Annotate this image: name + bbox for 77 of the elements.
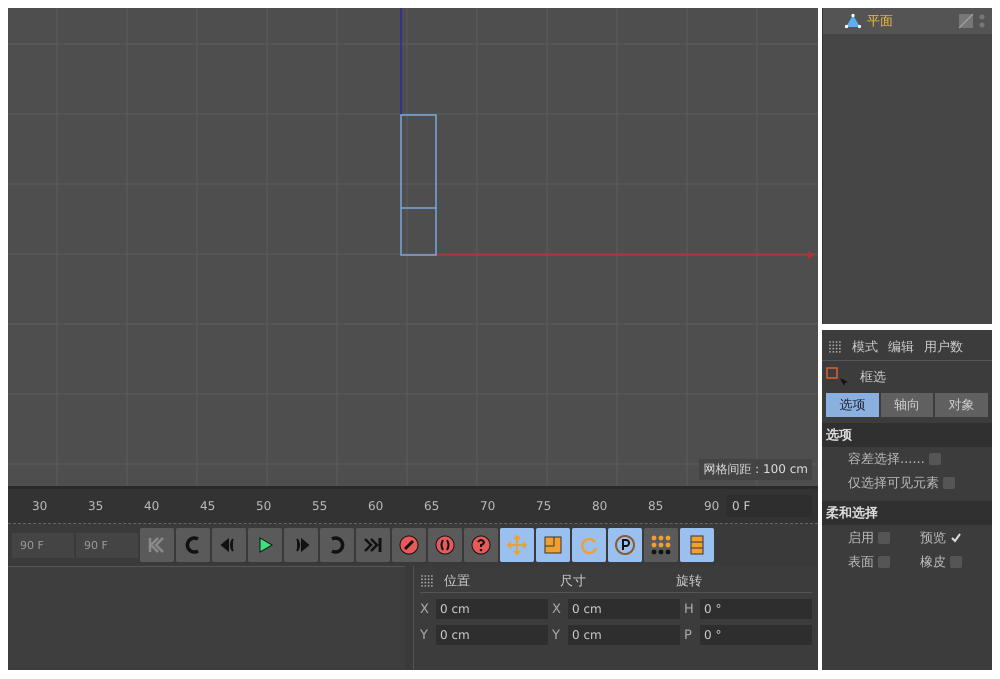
move-arrows-icon <box>506 534 528 556</box>
go-to-end-button[interactable] <box>356 528 390 562</box>
frame-number: 65 <box>424 499 440 513</box>
previous-key-button[interactable] <box>176 528 210 562</box>
option-label: 启用 <box>848 530 874 547</box>
axis-label: Y <box>420 628 429 642</box>
column-header: 尺寸 <box>560 573 587 590</box>
frame-number: 50 <box>256 499 272 513</box>
frame-number: 35 <box>88 499 104 513</box>
menu-item[interactable]: 模式 <box>852 338 878 356</box>
frame-number: 55 <box>312 499 328 513</box>
menu-item[interactable]: 编辑 <box>888 338 914 356</box>
column-header: 旋转 <box>676 573 703 590</box>
next-key-button[interactable] <box>320 528 354 562</box>
checkbox[interactable] <box>878 532 890 544</box>
option-label: 表面 <box>848 554 874 571</box>
object-name: 平面 <box>867 13 893 30</box>
go-to-start-button[interactable] <box>140 528 174 562</box>
autokey-icon <box>434 534 456 556</box>
parameter-toggle-button[interactable] <box>608 528 642 562</box>
attribute-tab[interactable]: 轴向 <box>880 393 934 417</box>
axis-label: X <box>552 602 562 616</box>
rotate-toggle-button[interactable] <box>572 528 606 562</box>
value-field[interactable]: 0 cm <box>436 625 548 645</box>
help-icon <box>470 534 492 556</box>
axis-label: H <box>684 602 695 616</box>
grip-icon[interactable] <box>828 340 842 354</box>
axis-label: P <box>684 628 693 642</box>
current-frame-field[interactable]: 0 F <box>726 495 812 517</box>
attribute-tab[interactable]: 对象 <box>935 393 988 417</box>
help-button[interactable] <box>464 528 498 562</box>
attribute-tab[interactable]: 选项 <box>826 393 879 417</box>
scale-square-icon <box>542 534 564 556</box>
column-header: 位置 <box>444 573 471 590</box>
frame-number: 75 <box>536 499 552 513</box>
section-header: 选项 <box>822 423 992 447</box>
points-toggle-button[interactable] <box>644 528 678 562</box>
box-select-icon <box>826 367 850 387</box>
object-row[interactable]: 平面 <box>823 8 992 34</box>
timeline-toggle-button[interactable] <box>680 528 714 562</box>
grid-spacing-label: 网格间距 : 100 cm <box>699 459 812 480</box>
value-field[interactable]: 0 cm <box>568 625 680 645</box>
option-label: 容差选择...... <box>848 451 925 468</box>
option-label: 橡皮 <box>920 554 946 571</box>
dot-grid-icon <box>650 534 672 556</box>
timeline-ruler[interactable]: 30 35 40 45 50 55 60 65 70 75 80 85 90 0 F <box>8 486 818 524</box>
checkbox[interactable] <box>928 453 941 465</box>
option-label: 预览 <box>920 530 946 547</box>
menu-item[interactable]: 用户数 <box>924 338 963 356</box>
value-field[interactable]: 0 cm <box>568 599 680 619</box>
axis-label: X <box>420 602 430 616</box>
option-label: 仅选择可见元素 <box>848 475 939 492</box>
frame-number: 30 <box>32 499 48 513</box>
scale-toggle-button[interactable] <box>536 528 570 562</box>
move-toggle-button[interactable] <box>500 528 534 562</box>
play-button[interactable] <box>248 528 282 562</box>
axis-label: Y <box>552 628 561 642</box>
value-field[interactable]: 0 cm <box>436 599 548 619</box>
section-header: 柔和选择 <box>822 501 992 525</box>
tool-name: 框选 <box>860 369 886 386</box>
frame-number: 45 <box>200 499 216 513</box>
plane-object-icon <box>843 13 863 29</box>
frame-number: 60 <box>368 499 384 513</box>
frame-number: 90 <box>704 499 720 513</box>
frame-number: 85 <box>648 499 664 513</box>
checkbox[interactable] <box>878 556 890 568</box>
grip-icon[interactable] <box>420 574 434 588</box>
record-button[interactable] <box>392 528 426 562</box>
value-field[interactable]: 0 ° <box>700 625 812 645</box>
value-field[interactable]: 0 ° <box>700 599 812 619</box>
frame-number: 40 <box>144 499 160 513</box>
frame-number: 80 <box>592 499 608 513</box>
letter-p-icon <box>614 534 636 556</box>
checkbox[interactable] <box>950 556 962 568</box>
autokey-button[interactable] <box>428 528 462 562</box>
checkbox[interactable] <box>943 477 955 489</box>
frame-number: 70 <box>480 499 496 513</box>
